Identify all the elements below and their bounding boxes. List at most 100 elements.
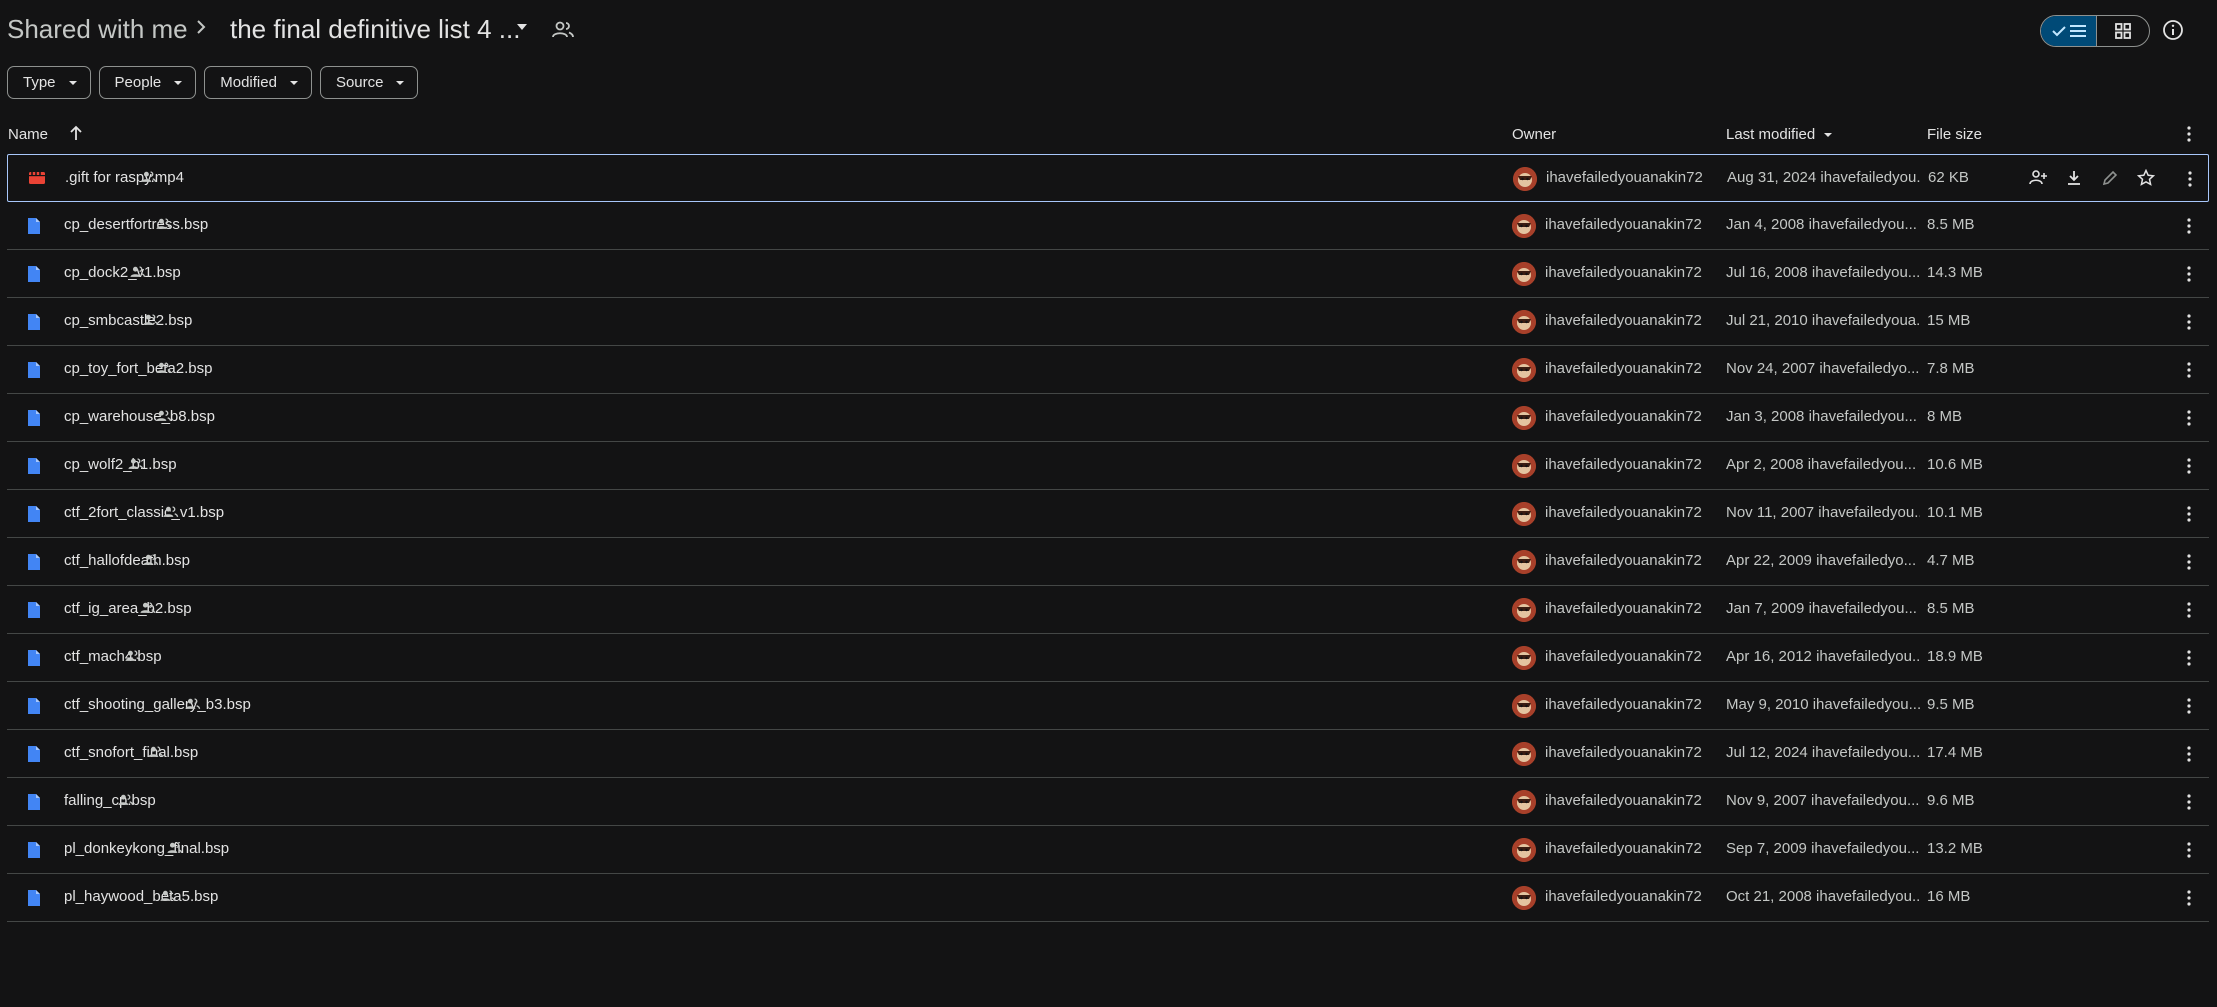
table-row[interactable]: ctf_snofort_final.bsp ihavefailedyouanak… (7, 730, 2209, 778)
file-name[interactable]: ctf_mach4.bsp (64, 648, 162, 665)
table-row[interactable]: pl_donkeykong_final.bsp ihavefailedyouan… (7, 826, 2209, 874)
arrow-up-icon[interactable] (69, 125, 83, 141)
document-file-icon (27, 601, 41, 619)
file-name[interactable]: cp_dock2_v1.bsp (64, 264, 181, 281)
file-size: 9.5 MB (1927, 696, 1975, 713)
more-vert-icon[interactable] (2180, 600, 2198, 620)
info-icon[interactable] (2162, 19, 2184, 41)
download-icon[interactable] (2065, 169, 2083, 187)
table-row[interactable]: falling_cp.bsp ihavefailedyouanakin72 No… (7, 778, 2209, 826)
more-vert-icon[interactable] (2180, 840, 2198, 860)
table-row[interactable]: cp_toy_fort_beta2.bsp ihavefailedyouanak… (7, 346, 2209, 394)
file-name[interactable]: pl_haywood_beta5.bsp (64, 888, 218, 905)
more-vert-icon[interactable] (2180, 648, 2198, 668)
last-modified: Jan 7, 2009 ihavefailedyou... (1726, 600, 1917, 617)
column-header-last-modified[interactable]: Last modified (1726, 126, 1815, 143)
table-row[interactable]: cp_smbcastle2.bsp ihavefailedyouanakin72… (7, 298, 2209, 346)
file-name[interactable]: ctf_snofort_final.bsp (64, 744, 198, 761)
table-row[interactable]: cp_dock2_v1.bsp ihavefailedyouanakin72 J… (7, 250, 2209, 298)
more-vert-icon[interactable] (2180, 456, 2198, 476)
shared-people-icon[interactable] (552, 20, 574, 40)
table-row[interactable]: ctf_mach4.bsp ihavefailedyouanakin72 Apr… (7, 634, 2209, 682)
more-vert-icon[interactable] (2180, 216, 2198, 236)
owner-avatar (1512, 598, 1536, 622)
more-vert-icon[interactable] (2180, 552, 2198, 572)
table-row[interactable]: .gift for raspy.mp4 ihavefailedyouanakin… (7, 154, 2209, 202)
grid-icon (2115, 23, 2131, 39)
file-name[interactable]: ctf_shooting_gallery_b3.bsp (64, 696, 251, 713)
table-row[interactable]: cp_desertfortress.bsp ihavefailedyouanak… (7, 202, 2209, 250)
more-vert-icon[interactable] (2180, 124, 2198, 144)
filter-modified[interactable]: Modified (204, 66, 312, 99)
file-name[interactable]: cp_toy_fort_beta2.bsp (64, 360, 212, 377)
table-row[interactable]: pl_haywood_beta5.bsp ihavefailedyouanaki… (7, 874, 2209, 922)
breadcrumb-root[interactable]: Shared with me (7, 14, 188, 45)
owner-name: ihavefailedyouanakin72 (1545, 696, 1702, 713)
owner-avatar (1512, 886, 1536, 910)
file-name[interactable]: ctf_hallofdeath.bsp (64, 552, 190, 569)
file-name[interactable]: .gift for raspy.mp4 (65, 169, 184, 186)
owner-avatar (1512, 694, 1536, 718)
filter-people[interactable]: People (98, 66, 197, 99)
table-row[interactable]: cp_warehouse_b8.bsp ihavefailedyouanakin… (7, 394, 2209, 442)
file-size: 14.3 MB (1927, 264, 1983, 281)
more-vert-icon[interactable] (2180, 504, 2198, 524)
owner-name: ihavefailedyouanakin72 (1545, 216, 1702, 233)
file-name[interactable]: cp_wolf2_b1.bsp (64, 456, 177, 473)
breadcrumb-current-folder[interactable]: the final definitive list 4 ... (230, 14, 520, 45)
shared-icon (142, 313, 159, 327)
last-modified: May 9, 2010 ihavefailedyou... (1726, 696, 1920, 713)
column-header-file-size[interactable]: File size (1927, 126, 1982, 143)
more-vert-icon[interactable] (2180, 264, 2198, 284)
shared-icon (139, 601, 156, 615)
more-vert-icon[interactable] (2180, 888, 2198, 908)
more-vert-icon[interactable] (2180, 408, 2198, 428)
file-size: 8.5 MB (1927, 216, 1975, 233)
owner-name: ihavefailedyouanakin72 (1546, 169, 1703, 186)
file-name[interactable]: ctf_ig_area_b2.bsp (64, 600, 192, 617)
filter-type[interactable]: Type (7, 66, 91, 99)
more-vert-icon[interactable] (2180, 696, 2198, 716)
table-row[interactable]: ctf_2fort_classic_v1.bsp ihavefailedyoua… (7, 490, 2209, 538)
more-vert-icon[interactable] (2180, 312, 2198, 332)
last-modified: Oct 21, 2008 ihavefailedyou... (1726, 888, 1920, 905)
star-icon[interactable] (2137, 169, 2155, 187)
document-file-icon (27, 265, 41, 283)
owner-avatar (1513, 167, 1537, 191)
owner-name: ihavefailedyouanakin72 (1545, 504, 1702, 521)
file-size: 16 MB (1927, 888, 1971, 905)
table-row[interactable]: ctf_hallofdeath.bsp ihavefailedyouanakin… (7, 538, 2209, 586)
owner-avatar (1512, 550, 1536, 574)
more-vert-icon[interactable] (2180, 792, 2198, 812)
file-name[interactable]: ctf_2fort_classic_v1.bsp (64, 504, 224, 521)
column-header-name[interactable]: Name (8, 126, 48, 143)
grid-view-button[interactable] (2097, 16, 2149, 46)
document-file-icon (27, 361, 41, 379)
rename-icon[interactable] (2101, 169, 2119, 187)
filter-source[interactable]: Source (319, 66, 419, 99)
shared-icon (124, 649, 141, 663)
caret-down-icon[interactable] (1823, 132, 1833, 138)
share-add-icon[interactable] (2028, 169, 2048, 187)
caret-down-icon[interactable] (515, 22, 529, 32)
shared-icon (127, 457, 144, 471)
last-modified: Apr 22, 2009 ihavefailedyo... (1726, 552, 1917, 569)
owner-name: ihavefailedyouanakin72 (1545, 648, 1702, 665)
more-vert-icon[interactable] (2180, 360, 2198, 380)
file-name[interactable]: cp_warehouse_b8.bsp (64, 408, 215, 425)
file-name[interactable]: pl_donkeykong_final.bsp (64, 840, 229, 857)
table-row[interactable]: ctf_shooting_gallery_b3.bsp ihavefailedy… (7, 682, 2209, 730)
owner-name: ihavefailedyouanakin72 (1545, 792, 1702, 809)
column-header-owner[interactable]: Owner (1512, 126, 1556, 143)
file-name[interactable]: cp_smbcastle2.bsp (64, 312, 192, 329)
owner-name: ihavefailedyouanakin72 (1545, 600, 1702, 617)
file-size: 15 MB (1927, 312, 1971, 329)
table-row[interactable]: cp_wolf2_b1.bsp ihavefailedyouanakin72 A… (7, 442, 2209, 490)
file-name[interactable]: cp_desertfortress.bsp (64, 216, 208, 233)
file-name[interactable]: falling_cp.bsp (64, 792, 156, 809)
list-view-button[interactable] (2041, 16, 2097, 46)
more-vert-icon[interactable] (2181, 169, 2199, 189)
more-vert-icon[interactable] (2180, 744, 2198, 764)
top-bar: Shared with me the final definitive list… (0, 0, 2217, 62)
table-row[interactable]: ctf_ig_area_b2.bsp ihavefailedyouanakin7… (7, 586, 2209, 634)
